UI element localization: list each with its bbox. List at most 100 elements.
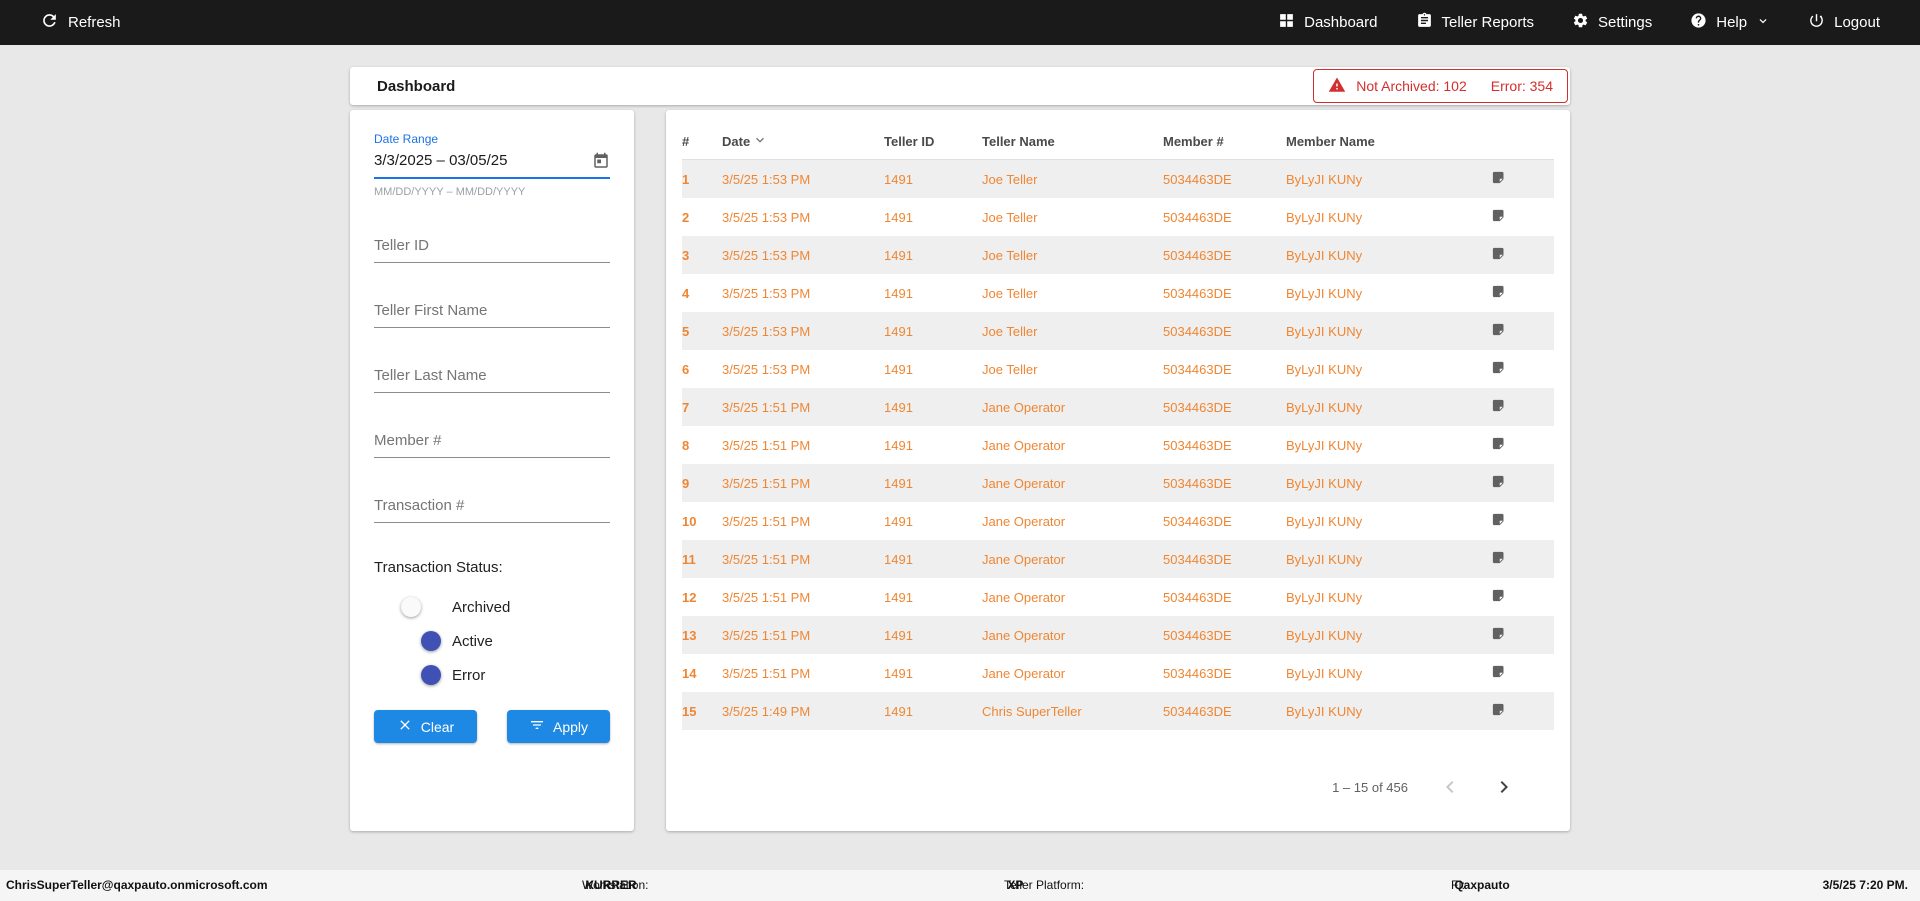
teller-id-cell: 1491 (884, 665, 913, 681)
date-cell: 3/5/25 1:51 PM (722, 665, 811, 681)
date-cell: 3/5/25 1:53 PM (722, 171, 811, 187)
footer-workstation: Workstation: KURRER (582, 878, 649, 892)
member-num-cell: 5034463DE (1163, 665, 1232, 681)
error-toggle-label: Error (452, 666, 486, 684)
nav-settings[interactable]: Settings (1572, 12, 1652, 33)
status-bar: ChrisSuperTeller@qaxpauto.onmicrosoft.co… (0, 870, 1920, 901)
sort-down-icon (752, 132, 768, 151)
active-toggle[interactable] (404, 631, 441, 651)
refresh-icon (40, 11, 59, 34)
teller-name-cell: Joe Teller (982, 285, 1038, 301)
note-icon[interactable] (1491, 170, 1506, 185)
table-row[interactable]: 10 3/5/25 1:51 PM 1491 Jane Operator 503… (682, 502, 1554, 540)
note-icon[interactable] (1491, 208, 1506, 223)
apply-button[interactable]: Apply (507, 710, 610, 743)
note-icon[interactable] (1491, 702, 1506, 717)
table-row[interactable]: 8 3/5/25 1:51 PM 1491 Jane Operator 5034… (682, 426, 1554, 464)
table-row[interactable]: 6 3/5/25 1:53 PM 1491 Joe Teller 5034463… (682, 350, 1554, 388)
clear-button[interactable]: Clear (374, 710, 477, 743)
toggle-row-active: Active (404, 624, 610, 658)
transaction-status-label: Transaction Status: (374, 559, 503, 576)
note-icon[interactable] (1491, 322, 1506, 337)
date-range-field (374, 152, 610, 179)
next-page-button[interactable] (1492, 775, 1516, 799)
table-row[interactable]: 5 3/5/25 1:53 PM 1491 Joe Teller 5034463… (682, 312, 1554, 350)
row-num-cell: 3 (682, 247, 690, 263)
table-row[interactable]: 15 3/5/25 1:49 PM 1491 Chris SuperTeller… (682, 692, 1554, 730)
previous-page-button[interactable] (1438, 775, 1462, 799)
refresh-button[interactable]: Refresh (40, 11, 121, 34)
row-num-cell: 9 (682, 475, 690, 491)
page-header: Dashboard Not Archived: 102 Error: 354 (350, 67, 1570, 105)
teller-id-input[interactable] (374, 237, 610, 254)
date-range-helper: MM/DD/YYYY – MM/DD/YYYY (374, 186, 526, 198)
pagination-range: 1 – 15 of 456 (1332, 779, 1408, 795)
table-row[interactable]: 9 3/5/25 1:51 PM 1491 Jane Operator 5034… (682, 464, 1554, 502)
note-icon[interactable] (1491, 588, 1506, 603)
archived-toggle-label: Archived (452, 598, 511, 616)
note-icon[interactable] (1491, 474, 1506, 489)
row-num-cell: 8 (682, 437, 690, 453)
note-icon[interactable] (1491, 246, 1506, 261)
teller-first-name-input[interactable] (374, 302, 610, 319)
footer-teller-platform: Teller Platform: XP (1004, 878, 1085, 892)
member-num-cell: 5034463DE (1163, 399, 1232, 415)
member-name-cell: ByLyJI KUNy (1286, 437, 1363, 453)
member-name-cell: ByLyJI KUNy (1286, 475, 1363, 491)
nav-teller-reports[interactable]: Teller Reports (1416, 12, 1534, 33)
nav-dashboard-label: Dashboard (1304, 14, 1378, 31)
note-icon[interactable] (1491, 436, 1506, 451)
nav-help[interactable]: Help (1690, 12, 1770, 33)
table-row[interactable]: 1 3/5/25 1:53 PM 1491 Joe Teller 5034463… (682, 160, 1554, 198)
table-row[interactable]: 14 3/5/25 1:51 PM 1491 Jane Operator 503… (682, 654, 1554, 692)
note-icon[interactable] (1491, 550, 1506, 565)
member-name-cell: ByLyJI KUNy (1286, 513, 1363, 529)
alert-not-archived: Not Archived: 102 (1356, 78, 1467, 94)
nav-logout[interactable]: Logout (1808, 12, 1880, 33)
teller-name-cell: Joe Teller (982, 171, 1038, 187)
row-num-cell: 12 (682, 589, 697, 605)
date-cell: 3/5/25 1:53 PM (722, 209, 811, 225)
table-row[interactable]: 4 3/5/25 1:53 PM 1491 Joe Teller 5034463… (682, 274, 1554, 312)
date-range-input[interactable] (374, 152, 574, 169)
apply-button-label: Apply (552, 718, 589, 735)
teller-name-cell: Joe Teller (982, 209, 1038, 225)
transaction-number-input[interactable] (374, 497, 610, 514)
table-row[interactable]: 12 3/5/25 1:51 PM 1491 Jane Operator 503… (682, 578, 1554, 616)
results-panel: # Date Teller ID Teller Name Member # Me… (666, 110, 1570, 831)
table-row[interactable]: 7 3/5/25 1:51 PM 1491 Jane Operator 5034… (682, 388, 1554, 426)
table-row[interactable]: 11 3/5/25 1:51 PM 1491 Jane Operator 503… (682, 540, 1554, 578)
power-icon (1808, 12, 1825, 33)
nav-settings-label: Settings (1598, 14, 1653, 31)
teller-name-cell: Jane Operator (982, 627, 1066, 643)
member-num-cell: 5034463DE (1163, 551, 1232, 567)
note-icon[interactable] (1491, 360, 1506, 375)
member-name-cell: ByLyJI KUNy (1286, 171, 1363, 187)
note-icon[interactable] (1491, 626, 1506, 641)
table-header: # Date Teller ID Teller Name Member # Me… (682, 124, 1554, 160)
note-icon[interactable] (1491, 398, 1506, 413)
footer-datetime: 3/5/25 7:20 PM. (1822, 878, 1908, 892)
teller-id-cell: 1491 (884, 627, 913, 643)
error-toggle[interactable] (404, 665, 441, 685)
note-icon[interactable] (1491, 512, 1506, 527)
col-date-sort[interactable]: Date (722, 132, 884, 151)
row-num-cell: 7 (682, 399, 690, 415)
table-row[interactable]: 3 3/5/25 1:53 PM 1491 Joe Teller 5034463… (682, 236, 1554, 274)
table-row[interactable]: 13 3/5/25 1:51 PM 1491 Jane Operator 503… (682, 616, 1554, 654)
page-title: Dashboard (377, 77, 456, 95)
note-icon[interactable] (1491, 284, 1506, 299)
member-name-cell: ByLyJI KUNy (1286, 209, 1363, 225)
nav-dashboard[interactable]: Dashboard (1278, 12, 1378, 33)
archived-toggle[interactable] (401, 597, 438, 617)
calendar-icon[interactable] (592, 152, 610, 175)
member-name-cell: ByLyJI KUNy (1286, 665, 1363, 681)
member-num-cell: 5034463DE (1163, 323, 1232, 339)
teller-last-name-input[interactable] (374, 367, 610, 384)
date-cell: 3/5/25 1:51 PM (722, 475, 811, 491)
member-number-input[interactable] (374, 432, 610, 449)
date-range-label: Date Range (374, 132, 439, 146)
table-row[interactable]: 2 3/5/25 1:53 PM 1491 Joe Teller 5034463… (682, 198, 1554, 236)
pagination: 1 – 15 of 456 (682, 775, 1554, 799)
note-icon[interactable] (1491, 664, 1506, 679)
